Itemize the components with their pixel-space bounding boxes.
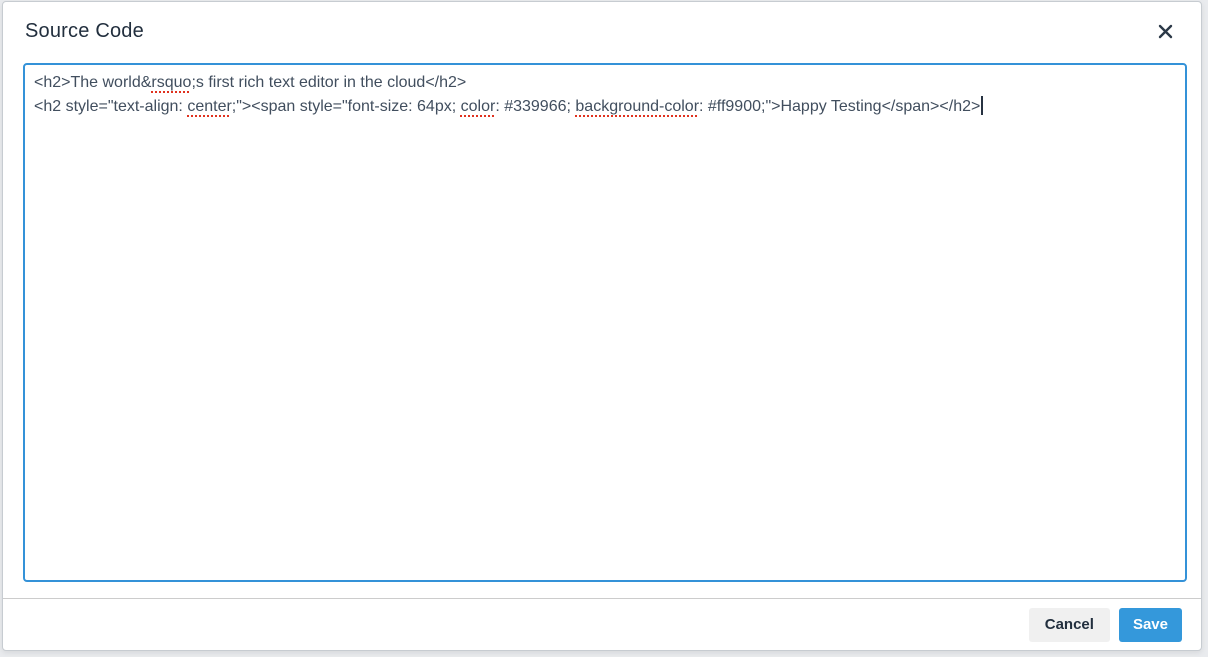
misspelled-word: color [460,98,496,115]
code-line: <h2>The world&rsquo;s first rich text ed… [34,71,1176,95]
text-cursor [981,96,983,115]
source-code-dialog: Source Code <h2>The world&rsquo;s first … [2,1,1202,651]
misspelled-word: rsquo [151,74,192,91]
save-button[interactable]: Save [1118,607,1182,642]
page-background: Source Code <h2>The world&rsquo;s first … [0,0,1208,657]
cancel-button[interactable]: Cancel [1028,607,1110,642]
dialog-header: Source Code [3,2,1201,60]
close-button[interactable] [1153,19,1177,43]
code-text-segment: : #339966; [495,98,576,115]
close-icon [1157,23,1174,40]
source-code-textarea[interactable]: <h2>The world&rsquo;s first rich text ed… [23,63,1187,582]
dialog-body: <h2>The world&rsquo;s first rich text ed… [3,60,1201,598]
dialog-footer: Cancel Save [3,598,1201,650]
dialog-title: Source Code [25,19,144,42]
misspelled-word: background-color [575,98,700,115]
code-text-segment: ;"><span style="font-size: 64px; [231,98,461,115]
code-text-segment: <h2>The world& [34,74,152,91]
code-text-segment: <h2 style="text-align: [34,98,188,115]
code-line: <h2 style="text-align: center;"><span st… [34,95,1176,119]
code-text-segment: ;s first rich text editor in the cloud</… [191,74,467,91]
misspelled-word: center [187,98,232,115]
code-text-segment: : #ff9900;">Happy Testing</span></h2> [699,98,981,115]
